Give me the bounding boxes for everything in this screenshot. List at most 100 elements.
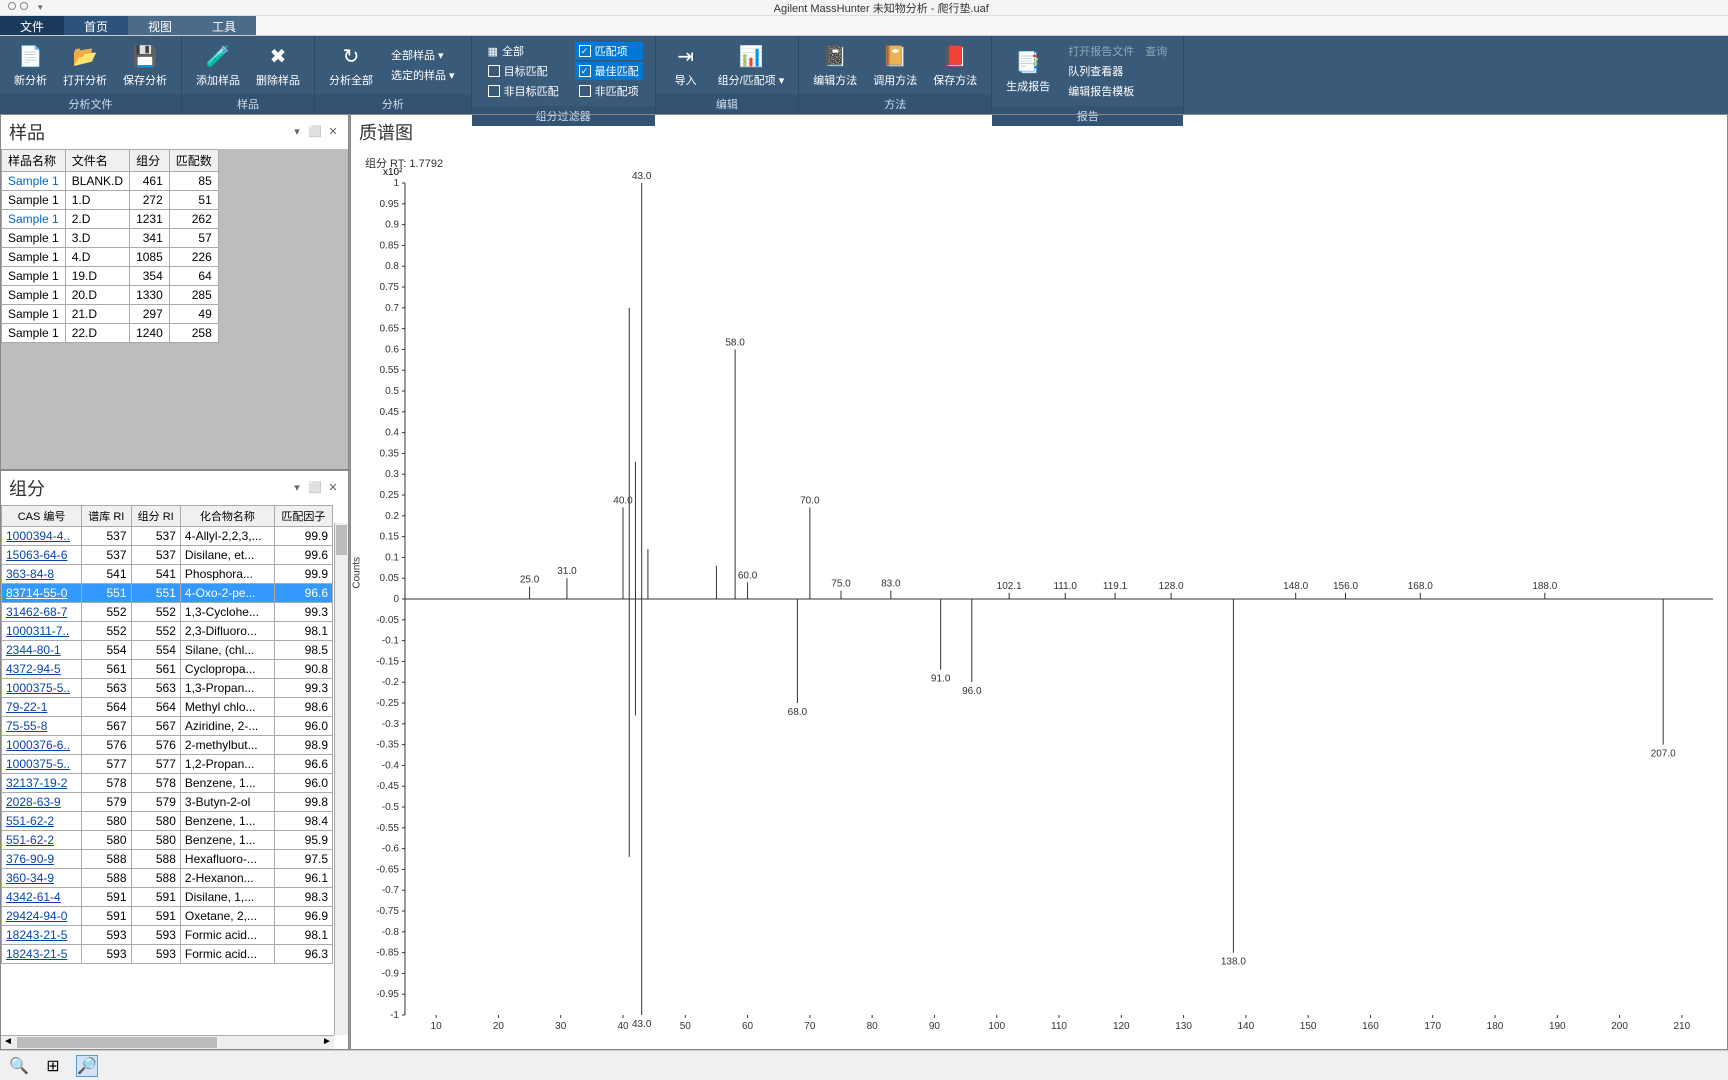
panel-close-icon[interactable]: ✕ (326, 125, 340, 139)
table-row[interactable]: Sample 121.D29749 (2, 305, 219, 324)
table-row[interactable]: Sample 12.D1231262 (2, 210, 219, 229)
cas-link[interactable]: 4372-94-5 (2, 660, 82, 679)
table-row[interactable]: 18243-21-5593593Formic acid...96.3 (2, 945, 333, 964)
cas-link[interactable]: 32137-19-2 (2, 774, 82, 793)
table-row[interactable]: 18243-21-5593593Formic acid...98.1 (2, 926, 333, 945)
cas-link[interactable]: 363-84-8 (2, 565, 82, 584)
table-row[interactable]: 31462-68-75525521,3-Cyclohe...99.3 (2, 603, 333, 622)
window-control[interactable] (20, 2, 28, 10)
panel-close-icon[interactable]: ✕ (326, 481, 340, 495)
all-samples-dropdown[interactable]: 全部样品 ▾ (387, 46, 459, 64)
table-row[interactable]: 376-90-9588588Hexafluoro-...97.5 (2, 850, 333, 869)
col-header[interactable]: 谱库 RI (82, 506, 131, 527)
filter-target[interactable]: 目标匹配 (484, 62, 563, 80)
cas-link[interactable]: 4342-61-4 (2, 888, 82, 907)
col-header[interactable]: 匹配因子 (274, 506, 332, 527)
table-row[interactable]: 551-62-2580580Benzene, 1...95.9 (2, 831, 333, 850)
cas-link[interactable]: 2028-63-9 (2, 793, 82, 812)
queue-viewer[interactable]: 队列查看器 (1064, 62, 1171, 80)
table-row[interactable]: 1000376-6..5765762-methylbut...98.9 (2, 736, 333, 755)
filter-unmatched[interactable]: 非匹配项 (575, 82, 643, 100)
open-report-file[interactable]: 打开报告文件 查询 (1064, 42, 1171, 60)
col-header[interactable]: 组分 (130, 150, 170, 172)
table-row[interactable]: 1000311-7..5525522,3-Difluoro...98.1 (2, 622, 333, 641)
cas-link[interactable]: 1000375-5.. (2, 679, 82, 698)
cas-link[interactable]: 551-62-2 (2, 831, 82, 850)
col-header[interactable]: 组分 RI (131, 506, 180, 527)
import-button[interactable]: ⇥导入 (664, 40, 708, 90)
component-match-button[interactable]: 📊组分/匹配项 ▾ (712, 40, 791, 90)
table-row[interactable]: 1000394-4..5375374-Allyl-2,2,3,...99.9 (2, 527, 333, 546)
remove-sample-button[interactable]: ✖删除样品 (250, 40, 306, 90)
search-icon[interactable]: 🔍 (8, 1055, 30, 1077)
horizontal-scrollbar[interactable]: ◄ ► (1, 1035, 334, 1049)
table-row[interactable]: 2028-63-95795793-Butyn-2-ol99.8 (2, 793, 333, 812)
samples-table[interactable]: 样品名称文件名组分匹配数Sample 1BLANK.D46185Sample 1… (1, 149, 348, 469)
cas-link[interactable]: 360-34-9 (2, 869, 82, 888)
cas-link[interactable]: 1000311-7.. (2, 622, 82, 641)
selected-samples-dropdown[interactable]: 选定的样品 ▾ (387, 66, 459, 84)
table-row[interactable]: 1000375-5..5775771,2-Propan...96.6 (2, 755, 333, 774)
cas-link[interactable]: 376-90-9 (2, 850, 82, 869)
task-view-icon[interactable]: ⊞ (42, 1055, 64, 1077)
tab-file[interactable]: 文件 (0, 16, 64, 35)
tab-view[interactable]: 视图 (128, 16, 192, 35)
cas-link[interactable]: 2344-80-1 (2, 641, 82, 660)
scroll-left-icon[interactable]: ◄ (1, 1036, 15, 1049)
col-header[interactable]: CAS 编号 (2, 506, 82, 527)
cas-link[interactable]: 15063-64-6 (2, 546, 82, 565)
new-analysis-button[interactable]: 📄新分析 (8, 40, 53, 90)
filter-best[interactable]: ✓最佳匹配 (575, 62, 643, 80)
add-sample-button[interactable]: 🧪添加样品 (190, 40, 246, 90)
tab-home[interactable]: 首页 (64, 16, 128, 35)
table-row[interactable]: Sample 14.D1085226 (2, 248, 219, 267)
cas-link[interactable]: 1000375-5.. (2, 755, 82, 774)
cas-link[interactable]: 551-62-2 (2, 812, 82, 831)
panel-dropdown-icon[interactable]: ▾ (290, 125, 304, 139)
table-row[interactable]: Sample 13.D34157 (2, 229, 219, 248)
cas-link[interactable]: 29424-94-0 (2, 907, 82, 926)
col-header[interactable]: 文件名 (65, 150, 129, 172)
components-table[interactable]: CAS 编号谱库 RI组分 RI化合物名称匹配因子1000394-4..5375… (1, 505, 348, 1049)
edit-method-button[interactable]: 📓编辑方法 (807, 40, 863, 90)
table-row[interactable]: 360-34-95885882-Hexanon...96.1 (2, 869, 333, 888)
cas-link[interactable]: 75-55-8 (2, 717, 82, 736)
cas-link[interactable]: 79-22-1 (2, 698, 82, 717)
table-row[interactable]: 79-22-1564564Methyl chlo...98.6 (2, 698, 333, 717)
table-row[interactable]: 4342-61-4591591Disilane, 1,...98.3 (2, 888, 333, 907)
table-row[interactable]: 32137-19-2578578Benzene, 1...96.0 (2, 774, 333, 793)
open-analysis-button[interactable]: 📂打开分析 (57, 40, 113, 90)
table-row[interactable]: Sample 119.D35464 (2, 267, 219, 286)
table-row[interactable]: 551-62-2580580Benzene, 1...98.4 (2, 812, 333, 831)
edit-report-template[interactable]: 编辑报告模板 (1064, 82, 1171, 100)
cas-link[interactable]: 18243-21-5 (2, 926, 82, 945)
table-row[interactable]: Sample 120.D1330285 (2, 286, 219, 305)
panel-pin-icon[interactable]: ⬜ (308, 481, 322, 495)
table-row[interactable]: 4372-94-5561561Cyclopropa...90.8 (2, 660, 333, 679)
cas-link[interactable]: 1000376-6.. (2, 736, 82, 755)
panel-pin-icon[interactable]: ⬜ (308, 125, 322, 139)
table-row[interactable]: 75-55-8567567Aziridine, 2-...96.0 (2, 717, 333, 736)
vertical-scrollbar[interactable] (334, 523, 348, 1035)
table-row[interactable]: 83714-55-05515514-Oxo-2-pe...96.6 (2, 584, 333, 603)
table-row[interactable]: 29424-94-0591591Oxetane, 2,...96.9 (2, 907, 333, 926)
col-header[interactable]: 样品名称 (2, 150, 66, 172)
save-analysis-button[interactable]: 💾保存分析 (117, 40, 173, 90)
filter-all[interactable]: ▦全部 (484, 42, 563, 60)
table-row[interactable]: 363-84-8541541Phosphora...99.9 (2, 565, 333, 584)
save-method-button[interactable]: 📕保存方法 (927, 40, 983, 90)
table-row[interactable]: 2344-80-1554554Silane, (chl...98.5 (2, 641, 333, 660)
apply-method-button[interactable]: 📔调用方法 (867, 40, 923, 90)
cas-link[interactable]: 31462-68-7 (2, 603, 82, 622)
cas-link[interactable]: 83714-55-0 (2, 584, 82, 603)
window-control[interactable] (8, 2, 16, 10)
analyze-all-button[interactable]: ↻分析全部 (323, 40, 379, 90)
cas-link[interactable]: 18243-21-5 (2, 945, 82, 964)
panel-dropdown-icon[interactable]: ▾ (290, 481, 304, 495)
filter-matched[interactable]: ✓匹配项 (575, 42, 643, 60)
filter-nontarget[interactable]: 非目标匹配 (484, 82, 563, 100)
magnify-active-icon[interactable]: 🔎 (76, 1055, 98, 1077)
table-row[interactable]: Sample 11.D27251 (2, 191, 219, 210)
table-row[interactable]: Sample 1BLANK.D46185 (2, 172, 219, 191)
table-row[interactable]: Sample 122.D1240258 (2, 324, 219, 343)
